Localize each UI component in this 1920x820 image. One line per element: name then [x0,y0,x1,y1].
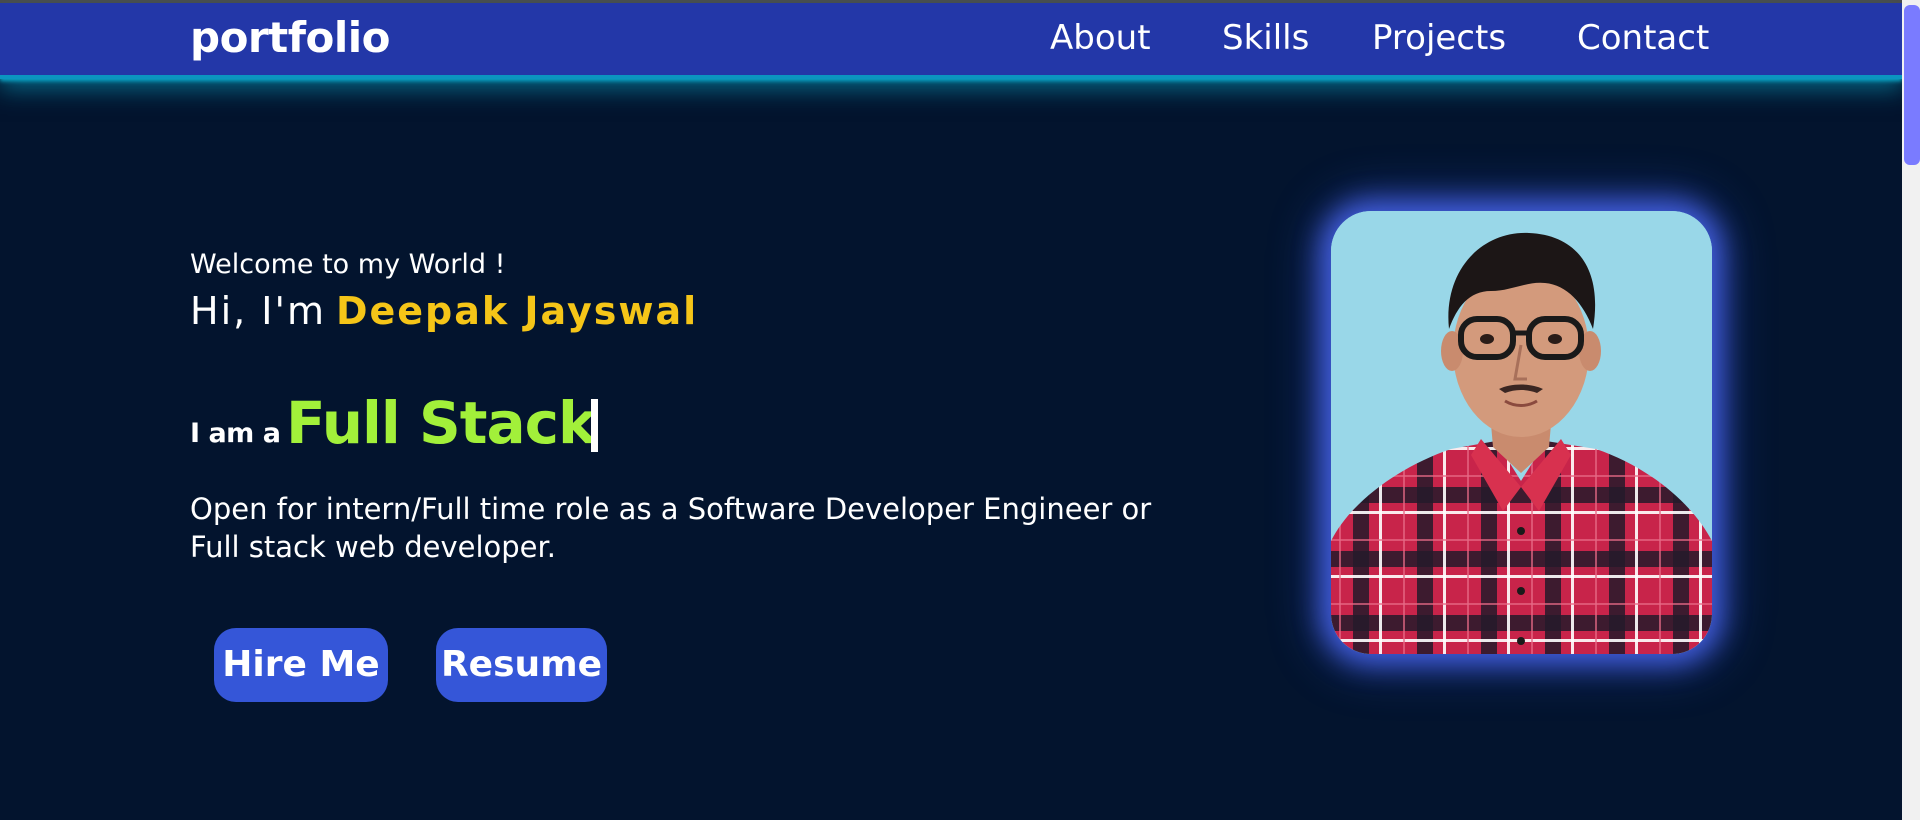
profile-photo [1331,211,1712,654]
hire-me-button[interactable]: Hire Me [214,628,388,702]
page: portfolio About Skills Projects Contact … [0,0,1920,820]
scrollbar-thumb[interactable] [1904,5,1920,165]
greeting-text: Hi, I'm [190,289,326,333]
hero-description: Open for intern/Full time role as a Soft… [190,492,1152,564]
navbar-glow-line [0,75,1902,79]
role-prefix: I am a [190,418,281,449]
nav-link-about[interactable]: About [1050,21,1151,55]
nav-link-contact[interactable]: Contact [1577,21,1709,55]
nav-link-skills[interactable]: Skills [1222,21,1309,55]
site-logo[interactable]: portfolio [190,17,390,59]
greeting-line: Hi, I'm Deepak Jayswal [190,292,698,330]
owner-name: Deepak Jayswal [335,289,699,333]
welcome-text: Welcome to my World ! [190,249,506,280]
role-typed-text: Full Stack [286,389,597,457]
profile-photo-illustration [1331,211,1712,654]
typing-cursor [591,399,598,452]
resume-button[interactable]: Resume [436,628,607,702]
navbar: portfolio About Skills Projects Contact [0,3,1902,75]
nav-link-projects[interactable]: Projects [1372,21,1506,55]
